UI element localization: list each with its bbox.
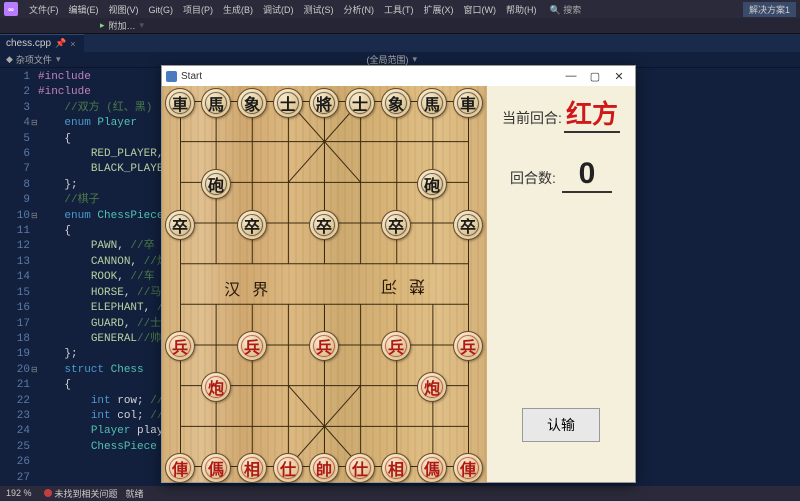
chess-piece[interactable]: 車: [453, 88, 483, 118]
turn-label: 当前回合:: [502, 108, 562, 128]
tab-row: chess.cpp 📌 ×: [0, 34, 800, 52]
tab-chess-cpp[interactable]: chess.cpp 📌 ×: [0, 34, 84, 52]
menu-item[interactable]: 测试(S): [299, 5, 339, 15]
chess-piece[interactable]: 相: [237, 453, 267, 483]
menu-bar: ∞ 文件(F)编辑(E)视图(V)Git(G)项目(P)生成(B)调试(D)测试…: [0, 0, 800, 18]
play-icon[interactable]: ▸: [100, 20, 105, 31]
status-bar: 192 % 未找到相关问题 就绪: [0, 486, 800, 500]
menu-item[interactable]: 调试(D): [258, 5, 299, 15]
minimize-button[interactable]: ―: [559, 67, 583, 85]
chess-piece[interactable]: 砲: [201, 169, 231, 199]
app-icon: [166, 71, 177, 82]
close-button[interactable]: ✕: [607, 67, 631, 85]
menu-item[interactable]: 视图(V): [104, 5, 144, 15]
round-value: 0: [562, 157, 612, 193]
chess-board[interactable]: 汉界楚河 車馬象士將士象馬車砲砲卒卒卒卒卒兵兵兵兵兵炮炮俥傌相仕帥仕相傌俥: [162, 86, 487, 482]
zoom-level[interactable]: 192 %: [6, 488, 32, 498]
chess-piece[interactable]: 兵: [165, 331, 195, 361]
vs-logo-icon: ∞: [4, 2, 18, 16]
turn-value: 红方: [564, 94, 620, 133]
round-label: 回合数:: [510, 168, 556, 188]
chess-piece[interactable]: 士: [345, 88, 375, 118]
menu-item[interactable]: 帮助(H): [501, 5, 542, 15]
chess-piece[interactable]: 馬: [417, 88, 447, 118]
toolbar: ▸ 附加… ▾: [0, 18, 800, 34]
chess-piece[interactable]: 傌: [417, 453, 447, 483]
menu-item[interactable]: 生成(B): [218, 5, 258, 15]
concede-button[interactable]: 认输: [522, 408, 600, 442]
chess-piece[interactable]: 相: [381, 453, 411, 483]
menu-item[interactable]: 扩展(X): [419, 5, 459, 15]
side-panel: 当前回合: 红方 回合数: 0 认输: [487, 86, 635, 482]
chess-piece[interactable]: 兵: [309, 331, 339, 361]
menu-item[interactable]: 分析(N): [339, 5, 380, 15]
chess-piece[interactable]: 炮: [417, 372, 447, 402]
error-icon: [44, 489, 52, 497]
chess-piece[interactable]: 卒: [237, 210, 267, 240]
chess-piece[interactable]: 兵: [453, 331, 483, 361]
chess-piece[interactable]: 炮: [201, 372, 231, 402]
ready-status: 就绪: [126, 487, 144, 500]
chess-piece[interactable]: 卒: [165, 210, 195, 240]
error-status[interactable]: 未找到相关问题: [44, 487, 118, 500]
chevron-down-icon[interactable]: ▾: [56, 54, 61, 65]
chess-piece[interactable]: 將: [309, 88, 339, 118]
chess-piece[interactable]: 卒: [453, 210, 483, 240]
menu-item[interactable]: 工具(T): [379, 5, 419, 15]
search-box[interactable]: 🔍 搜索: [550, 3, 582, 16]
chess-piece[interactable]: 象: [381, 88, 411, 118]
window-title: Start: [181, 71, 559, 82]
chess-piece[interactable]: 帥: [309, 453, 339, 483]
chess-piece[interactable]: 砲: [417, 169, 447, 199]
menu-item[interactable]: Git(G): [144, 5, 179, 15]
pin-icon[interactable]: 📌: [55, 38, 66, 49]
menu-item[interactable]: 窗口(W): [459, 5, 502, 15]
chess-piece[interactable]: 象: [237, 88, 267, 118]
chess-piece[interactable]: 兵: [381, 331, 411, 361]
solution-dropdown[interactable]: 解决方案1: [743, 2, 796, 17]
chevron-down-icon[interactable]: ▾: [140, 20, 145, 31]
chess-piece[interactable]: 士: [273, 88, 303, 118]
menu-item[interactable]: 编辑(E): [64, 5, 104, 15]
chess-piece[interactable]: 傌: [201, 453, 231, 483]
menu-item[interactable]: 文件(F): [24, 5, 64, 15]
maximize-button[interactable]: ▢: [583, 67, 607, 85]
chess-piece[interactable]: 俥: [165, 453, 195, 483]
scope-left[interactable]: 杂项文件: [16, 53, 52, 66]
title-bar[interactable]: Start ― ▢ ✕: [162, 66, 635, 86]
chess-piece[interactable]: 兵: [237, 331, 267, 361]
game-window: Start ― ▢ ✕: [161, 65, 636, 483]
attach-button[interactable]: 附加…: [109, 19, 136, 32]
tab-label: chess.cpp: [6, 38, 51, 49]
chess-piece[interactable]: 仕: [345, 453, 375, 483]
chess-piece[interactable]: 馬: [201, 88, 231, 118]
chevron-down-icon[interactable]: ▾: [412, 54, 417, 65]
chess-piece[interactable]: 車: [165, 88, 195, 118]
chess-piece[interactable]: 俥: [453, 453, 483, 483]
river-label: 汉界楚河: [180, 270, 469, 306]
misc-files-icon: ◆: [6, 54, 13, 65]
menu-item[interactable]: 项目(P): [178, 5, 218, 15]
chess-piece[interactable]: 卒: [309, 210, 339, 240]
close-icon[interactable]: ×: [70, 39, 75, 49]
chess-piece[interactable]: 仕: [273, 453, 303, 483]
chess-piece[interactable]: 卒: [381, 210, 411, 240]
